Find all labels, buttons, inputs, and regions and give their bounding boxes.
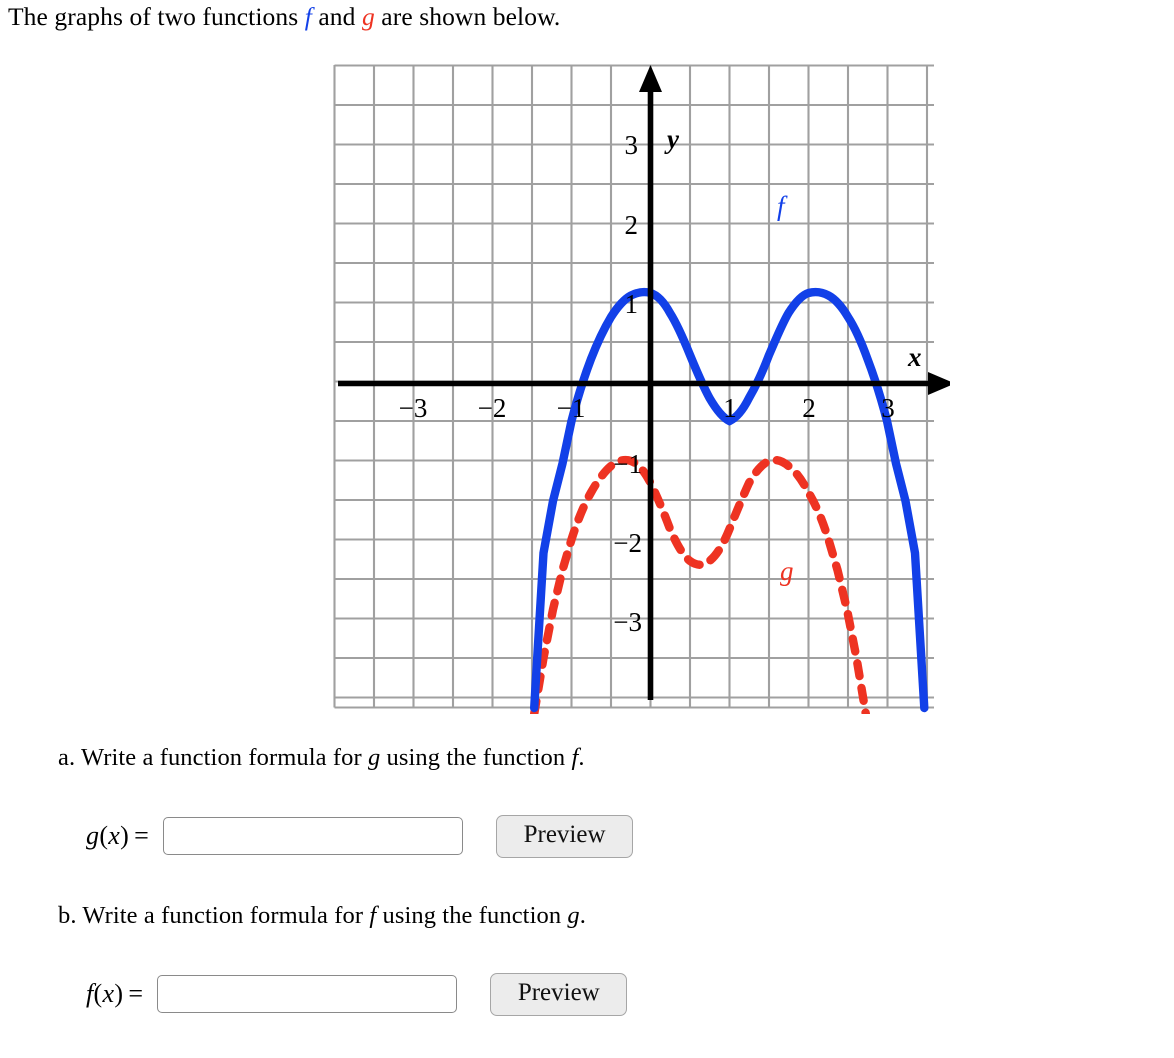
answer-b-input[interactable] <box>157 975 458 1013</box>
answer-a-arg: x <box>108 821 121 850</box>
answer-b-arg: x <box>102 979 115 1008</box>
axes <box>338 65 950 700</box>
question-b-var2: g <box>567 902 580 929</box>
answer-a-label: g(x) = <box>86 821 150 850</box>
answer-b-fn: f <box>86 979 94 1008</box>
question-b-prefix: b. Write a function formula for <box>58 902 370 929</box>
x-tick-1: 1 <box>723 393 737 423</box>
preview-button-b[interactable]: Preview <box>490 972 628 1016</box>
prompt-text-after: are shown below. <box>374 2 561 31</box>
question-a-prefix: a. Write a function formula for <box>58 744 368 771</box>
question-a-text: a. Write a function formula for g using … <box>58 742 585 774</box>
y-tick--3: −3 <box>613 607 642 637</box>
y-tick-2: 2 <box>625 210 639 240</box>
y-tick-3: 3 <box>625 130 639 160</box>
answer-row-a: g(x) = Preview <box>86 814 634 858</box>
prompt-text-between: and <box>311 2 362 31</box>
y-tick--1: −1 <box>613 449 642 479</box>
x-tick-2: 2 <box>802 393 816 423</box>
function-graph-figure: −3 −2 −1 1 2 3 3 2 1 −1 −2 −3 y x f g <box>330 58 950 718</box>
prompt-text-before: The graphs of two functions <box>8 2 305 31</box>
question-b-middle: using the function <box>376 902 568 929</box>
y-axis-arrow <box>639 65 662 92</box>
answer-a-input[interactable] <box>163 817 464 855</box>
question-b-suffix: . <box>579 902 587 929</box>
answer-b-label: f(x) = <box>86 979 144 1008</box>
y-tick-1: 1 <box>625 289 639 319</box>
question-a-middle: using the function <box>380 744 572 771</box>
graph-svg: −3 −2 −1 1 2 3 3 2 1 −1 −2 −3 y x f g <box>333 64 950 714</box>
curve-g <box>530 455 870 714</box>
curve-f-label: f <box>777 191 788 221</box>
answer-a-fn: g <box>86 821 100 850</box>
question-a-suffix: . <box>578 744 585 771</box>
preview-button-a[interactable]: Preview <box>496 814 634 858</box>
y-tick--2: −2 <box>613 528 642 558</box>
x-tick-3: 3 <box>881 393 895 423</box>
x-axis-label: x <box>907 342 922 372</box>
question-b-text: b. Write a function formula for f using … <box>58 900 586 932</box>
x-tick--1: −1 <box>557 393 586 423</box>
x-axis-arrow <box>928 372 950 395</box>
prompt-g-symbol: g <box>361 2 375 31</box>
question-a-var1: g <box>367 744 381 771</box>
curve-g-label: g <box>780 556 794 586</box>
prompt-line: The graphs of two functions f and g are … <box>8 0 560 34</box>
x-tick--3: −3 <box>399 393 428 423</box>
x-tick--2: −2 <box>478 393 507 423</box>
y-axis-label: y <box>664 124 680 154</box>
answer-row-b: f(x) = Preview <box>86 972 628 1016</box>
prompt-f-symbol: f <box>304 2 312 31</box>
